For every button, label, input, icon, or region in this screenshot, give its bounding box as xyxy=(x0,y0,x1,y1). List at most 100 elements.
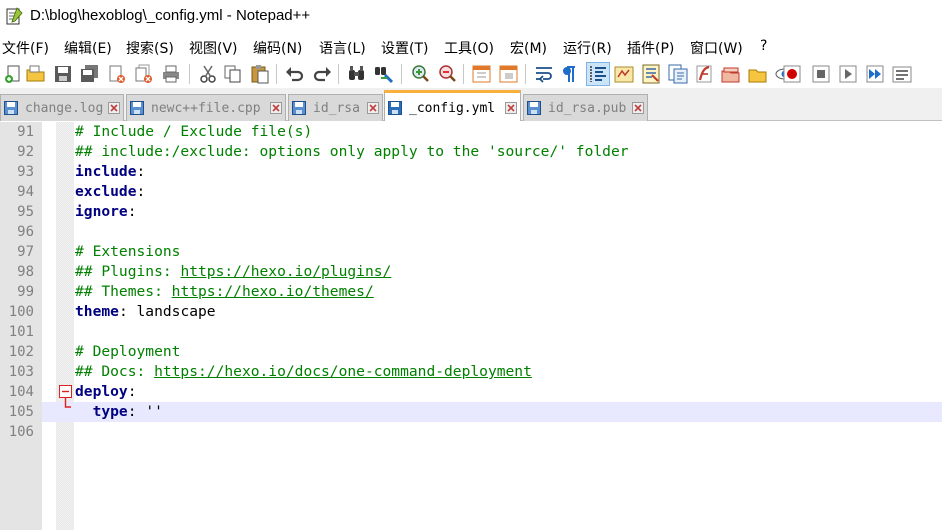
pdf-icon[interactable] xyxy=(720,63,742,85)
code-text: ## include:/exclude: options only apply … xyxy=(75,142,629,162)
close-icon[interactable] xyxy=(367,102,379,114)
find-icon[interactable] xyxy=(346,63,368,85)
title-bar: D:\blog\hexoblog\_config.yml - Notepad++ xyxy=(0,0,942,34)
code-token: : xyxy=(127,403,146,420)
tab-newc-file-cpp[interactable]: newc++file.cpp xyxy=(126,94,286,121)
zoom-out-icon[interactable] xyxy=(436,63,458,85)
code-line[interactable]: 95 ignore: xyxy=(0,202,942,222)
save-macro-icon[interactable] xyxy=(891,63,913,85)
replace-icon[interactable] xyxy=(373,63,395,85)
code-text: # Include / Exclude file(s) xyxy=(75,122,312,142)
menu-item-10[interactable]: 插件(P) xyxy=(627,38,674,58)
tab--config-yml[interactable]: _config.yml xyxy=(384,90,521,121)
menu-item-7[interactable]: 工具(O) xyxy=(444,38,494,58)
menu-item-8[interactable]: 宏(M) xyxy=(510,38,547,58)
code-line[interactable]: 106 xyxy=(0,422,942,442)
code-line[interactable]: 99 ## Themes: https://hexo.io/themes/ xyxy=(0,282,942,302)
close-icon[interactable] xyxy=(108,102,120,114)
stop-record-icon[interactable] xyxy=(810,63,832,85)
code-line[interactable]: 104 deploy: xyxy=(0,382,942,402)
code-token: # Extensions xyxy=(75,243,181,260)
menu-item-1[interactable]: 编辑(E) xyxy=(64,38,112,58)
window-title: D:\blog\hexoblog\_config.yml - Notepad++ xyxy=(30,7,311,24)
menu-item-3[interactable]: 视图(V) xyxy=(189,38,238,58)
play-macro-icon[interactable] xyxy=(837,63,859,85)
code-line[interactable]: 92 ## include:/exclude: options only appl… xyxy=(0,142,942,162)
record-macro-icon[interactable] xyxy=(781,63,803,85)
redo-icon[interactable] xyxy=(311,63,333,85)
tab-change-log[interactable]: change.log xyxy=(0,94,124,121)
line-number: 102 xyxy=(8,344,34,360)
tab-id-rsa-pub[interactable]: id_rsa.pub xyxy=(523,94,648,121)
function-list-icon[interactable] xyxy=(667,63,689,85)
close-icon[interactable] xyxy=(632,102,644,114)
new-file-icon[interactable] xyxy=(3,63,25,85)
code-line[interactable]: 97 # Extensions xyxy=(0,242,942,262)
menu-item-2[interactable]: 搜索(S) xyxy=(126,38,174,58)
code-line[interactable]: 94 exclude: xyxy=(0,182,942,202)
code-line[interactable]: 102 # Deployment xyxy=(0,342,942,362)
run-macro-multiple-icon[interactable] xyxy=(864,63,886,85)
tab-label: id_rsa xyxy=(313,101,360,116)
menu-item-9[interactable]: 运行(R) xyxy=(563,38,612,58)
code-line[interactable]: 103 ## Docs: https://hexo.io/docs/one-com… xyxy=(0,362,942,382)
tab-label: id_rsa.pub xyxy=(548,101,627,116)
word-wrap-icon[interactable] xyxy=(533,63,555,85)
code-token: exclude xyxy=(75,183,137,200)
save-icon xyxy=(130,101,144,115)
save-icon xyxy=(292,101,306,115)
tab-id-rsa[interactable]: id_rsa xyxy=(288,94,383,121)
toolbar-separator xyxy=(276,64,277,84)
tab-bar: change.log newc++file.cpp id_rsa _config.ym… xyxy=(0,88,942,121)
code-token: : xyxy=(127,203,137,220)
line-number: 100 xyxy=(8,304,34,320)
menu-item-6[interactable]: 设置(T) xyxy=(381,38,428,58)
code-text: include: xyxy=(75,162,145,182)
copy-icon[interactable] xyxy=(222,63,244,85)
close-all-icon[interactable] xyxy=(133,63,155,85)
code-link[interactable]: https://hexo.io/plugins/ xyxy=(180,263,391,280)
code-token: '' xyxy=(145,403,163,420)
close-icon[interactable] xyxy=(106,63,128,85)
folder-icon[interactable] xyxy=(747,63,769,85)
code-link[interactable]: https://hexo.io/docs/one-command-deploym… xyxy=(154,363,532,380)
menu-bar: 文件(F) 编辑(E) 搜索(S) 视图(V) 编码(N) 语言(L) 设置(T) 工具(O)… xyxy=(0,37,942,59)
code-text: deploy: xyxy=(75,382,137,402)
fold-collapse-icon[interactable] xyxy=(59,385,72,398)
print-icon[interactable] xyxy=(160,63,182,85)
code-line[interactable]: 101 xyxy=(0,322,942,342)
menu-item-11[interactable]: 窗口(W) xyxy=(690,38,743,58)
editor[interactable]: 91 # Include / Exclude file(s) 92 ## includ… xyxy=(0,122,942,530)
sync-horizontal-icon[interactable] xyxy=(498,63,520,85)
user-defined-lang-icon[interactable] xyxy=(613,63,635,85)
code-link[interactable]: https://hexo.io/themes/ xyxy=(172,283,374,300)
show-all-chars-icon[interactable] xyxy=(558,63,580,85)
close-icon[interactable] xyxy=(505,102,517,114)
doc-map-icon[interactable] xyxy=(640,63,662,85)
save-icon[interactable] xyxy=(52,63,74,85)
menu-item-0[interactable]: 文件(F) xyxy=(2,38,49,58)
paste-icon[interactable] xyxy=(249,63,271,85)
sync-vertical-icon[interactable] xyxy=(471,63,493,85)
zoom-in-icon[interactable] xyxy=(409,63,431,85)
code-line[interactable]: 98 ## Plugins: https://hexo.io/plugins/ xyxy=(0,262,942,282)
menu-item-5[interactable]: 语言(L) xyxy=(319,38,366,58)
menu-item-12[interactable]: ? xyxy=(760,38,767,54)
menu-item-4[interactable]: 编码(N) xyxy=(253,38,302,58)
code-line[interactable]: 96 xyxy=(0,222,942,242)
indent-guide-icon[interactable] xyxy=(586,62,610,86)
save-all-icon[interactable] xyxy=(79,63,101,85)
folder-workspace-icon[interactable] xyxy=(694,63,716,85)
code-line[interactable]: 100 theme: landscape xyxy=(0,302,942,322)
tab-label: change.log xyxy=(25,101,104,116)
code-line[interactable]: 105 type: '' xyxy=(0,402,942,422)
code-token: type xyxy=(92,403,128,420)
undo-icon[interactable] xyxy=(284,63,306,85)
notepad-app-icon[interactable] xyxy=(4,6,24,26)
close-icon[interactable] xyxy=(270,102,282,114)
code-line[interactable]: 93 include: xyxy=(0,162,942,182)
code-line[interactable]: 91 # Include / Exclude file(s) xyxy=(0,122,942,142)
code-token: include xyxy=(75,163,137,180)
open-file-icon[interactable] xyxy=(25,63,47,85)
cut-icon[interactable] xyxy=(197,63,219,85)
